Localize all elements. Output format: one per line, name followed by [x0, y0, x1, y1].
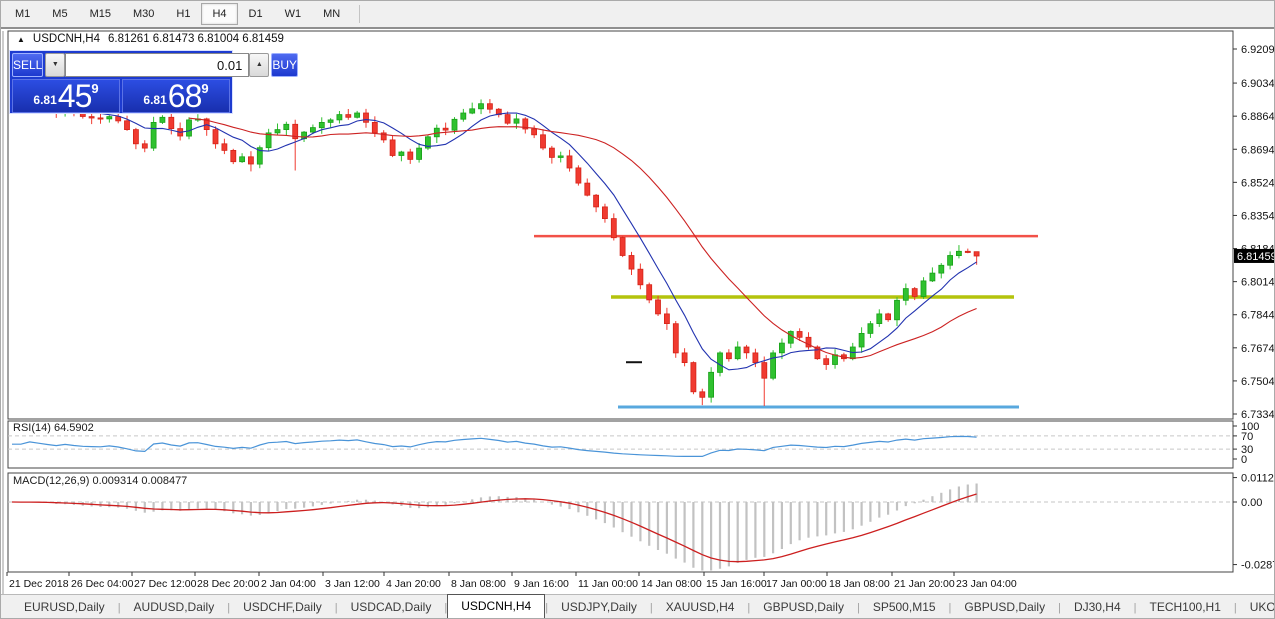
time-tick-label: 4 Jan 20:00	[386, 578, 441, 590]
time-tick-label: 9 Jan 16:00	[514, 578, 569, 590]
time-tick-label: 23 Jan 04:00	[956, 578, 1017, 590]
time-tick-label: 26 Dec 04:00	[71, 578, 134, 590]
chart-tab-gbpusd-7[interactable]: GBPUSD,Daily	[750, 597, 857, 618]
volume-increase-button[interactable]: ▲	[249, 53, 269, 77]
chart-tab-usdchf-2[interactable]: USDCHF,Daily	[230, 597, 335, 618]
bid-pips: 45	[58, 82, 92, 110]
price-tick-label: 6.73340	[1241, 409, 1275, 421]
chart-ohlc: 6.81261 6.81473 6.81004 6.81459	[108, 33, 284, 45]
one-click-trading-panel: SELL ▼ ▲ BUY 6.81 45 9 6.81 68 9	[9, 50, 233, 114]
price-tick-label: 6.90340	[1241, 78, 1275, 90]
rsi-tick-label: 0	[1241, 454, 1247, 466]
bid-prefix: 6.81	[33, 90, 56, 110]
timeframe-button-m30[interactable]: M30	[122, 3, 165, 25]
bid-price-button[interactable]: 6.81 45 9	[12, 79, 120, 113]
timeframe-button-h1[interactable]: H1	[165, 3, 201, 25]
chart-tab-dj30-10[interactable]: DJ30,H4	[1061, 597, 1134, 618]
macd-panel-border	[8, 473, 1233, 572]
ask-prefix: 6.81	[143, 90, 166, 110]
time-tick-label: 8 Jan 08:00	[451, 578, 506, 590]
chart-tab-ukoil-12[interactable]: UKOil,H1	[1237, 597, 1275, 618]
rsi-panel-border	[8, 421, 1233, 468]
sell-button[interactable]: SELL	[12, 53, 43, 77]
timeframe-button-h4[interactable]: H4	[201, 3, 237, 25]
time-tick-label: 15 Jan 16:00	[706, 578, 767, 590]
timeframe-button-m5[interactable]: M5	[41, 3, 78, 25]
chart-tab-usdcad-3[interactable]: USDCAD,Daily	[338, 597, 445, 618]
macd-tick-label: 0.011242	[1241, 473, 1275, 485]
chart-tab-eurusd-0[interactable]: EURUSD,Daily	[11, 597, 118, 618]
price-tick-label: 6.86940	[1241, 144, 1275, 156]
time-tick-label: 14 Jan 08:00	[641, 578, 702, 590]
time-tick-label: 28 Dec 20:00	[197, 578, 260, 590]
ask-pips: 68	[168, 82, 202, 110]
time-tick-label: 21 Dec 2018	[9, 578, 69, 590]
price-tick-label: 6.75040	[1241, 376, 1275, 388]
rsi-tick-label: 70	[1241, 431, 1253, 443]
price-tick-label: 6.83540	[1241, 210, 1275, 222]
macd-tick-label: 0.00	[1241, 497, 1262, 509]
chart-tab-sp500-8[interactable]: SP500,M15	[860, 597, 949, 618]
chart-title: ▲ USDCNH,H4 6.81261 6.81473 6.81004 6.81…	[17, 33, 284, 45]
price-tick-label: 6.80140	[1241, 277, 1275, 289]
timeframe-button-mn[interactable]: MN	[312, 3, 351, 25]
price-tick-label: 6.85240	[1241, 177, 1275, 189]
chart-area: 6.92090 6.90340 6.88640 6.86940 6.85240 6.835…	[1, 29, 1275, 596]
chart-tab-usdjpy-5[interactable]: USDJPY,Daily	[548, 597, 650, 618]
time-tick-label: 3 Jan 12:00	[325, 578, 380, 590]
chart-tab-audusd-1[interactable]: AUDUSD,Daily	[121, 597, 228, 618]
chart-tab-tech100-11[interactable]: TECH100,H1	[1137, 597, 1234, 618]
timeframe-button-w1[interactable]: W1	[274, 3, 313, 25]
time-tick-label: 11 Jan 00:00	[578, 578, 638, 590]
chart-tab-xauusd-6[interactable]: XAUUSD,H4	[653, 597, 748, 618]
timeframe-toolbar: M1M5M15M30H1H4D1W1MN	[1, 1, 1274, 29]
chart-canvas[interactable]: 6.92090 6.90340 6.88640 6.86940 6.85240 6.835…	[1, 29, 1275, 596]
ask-point: 9	[201, 81, 208, 96]
chart-symbol: USDCNH,H4	[33, 33, 100, 45]
macd-tick-label: -0.028797	[1241, 560, 1275, 572]
price-tick-label: 6.88640	[1241, 111, 1275, 123]
time-tick-label: 18 Jan 08:00	[829, 578, 890, 590]
mt4-window: M1M5M15M30H1H4D1W1MN 6.92090 6.90340 6.886…	[0, 0, 1275, 619]
macd-label: MACD(12,26,9) 0.009314 0.008477	[13, 475, 187, 487]
timeframe-button-d1[interactable]: D1	[238, 3, 274, 25]
price-tick-label: 6.78440	[1241, 310, 1275, 322]
timeframe-button-m1[interactable]: M1	[4, 3, 41, 25]
time-tick-label: 27 Dec 12:00	[134, 578, 197, 590]
rsi-label: RSI(14) 64.5902	[13, 422, 94, 434]
time-tick-label: 2 Jan 04:00	[261, 578, 316, 590]
volume-input[interactable]	[65, 53, 249, 77]
volume-decrease-button[interactable]: ▼	[45, 53, 65, 77]
chart-tab-usdcnh-4[interactable]: USDCNH,H4	[447, 594, 545, 618]
time-tick-label: 17 Jan 00:00	[766, 578, 827, 590]
buy-button[interactable]: BUY	[271, 53, 298, 77]
ask-price-button[interactable]: 6.81 68 9	[122, 79, 230, 113]
triangle-icon: ▲	[17, 35, 25, 44]
timeframe-button-m15[interactable]: M15	[79, 3, 122, 25]
current-price-text: 6.81459	[1237, 251, 1275, 263]
symbol-tabbar: EURUSD,Daily|AUDUSD,Daily|USDCHF,Daily|U…	[1, 594, 1275, 618]
price-tick-label: 6.92090	[1241, 44, 1275, 56]
bid-point: 9	[91, 81, 98, 96]
price-tick-label: 6.76740	[1241, 343, 1275, 355]
toolbar-divider	[359, 5, 360, 23]
time-tick-label: 21 Jan 20:00	[894, 578, 955, 590]
chart-tab-gbpusd-9[interactable]: GBPUSD,Daily	[951, 597, 1058, 618]
